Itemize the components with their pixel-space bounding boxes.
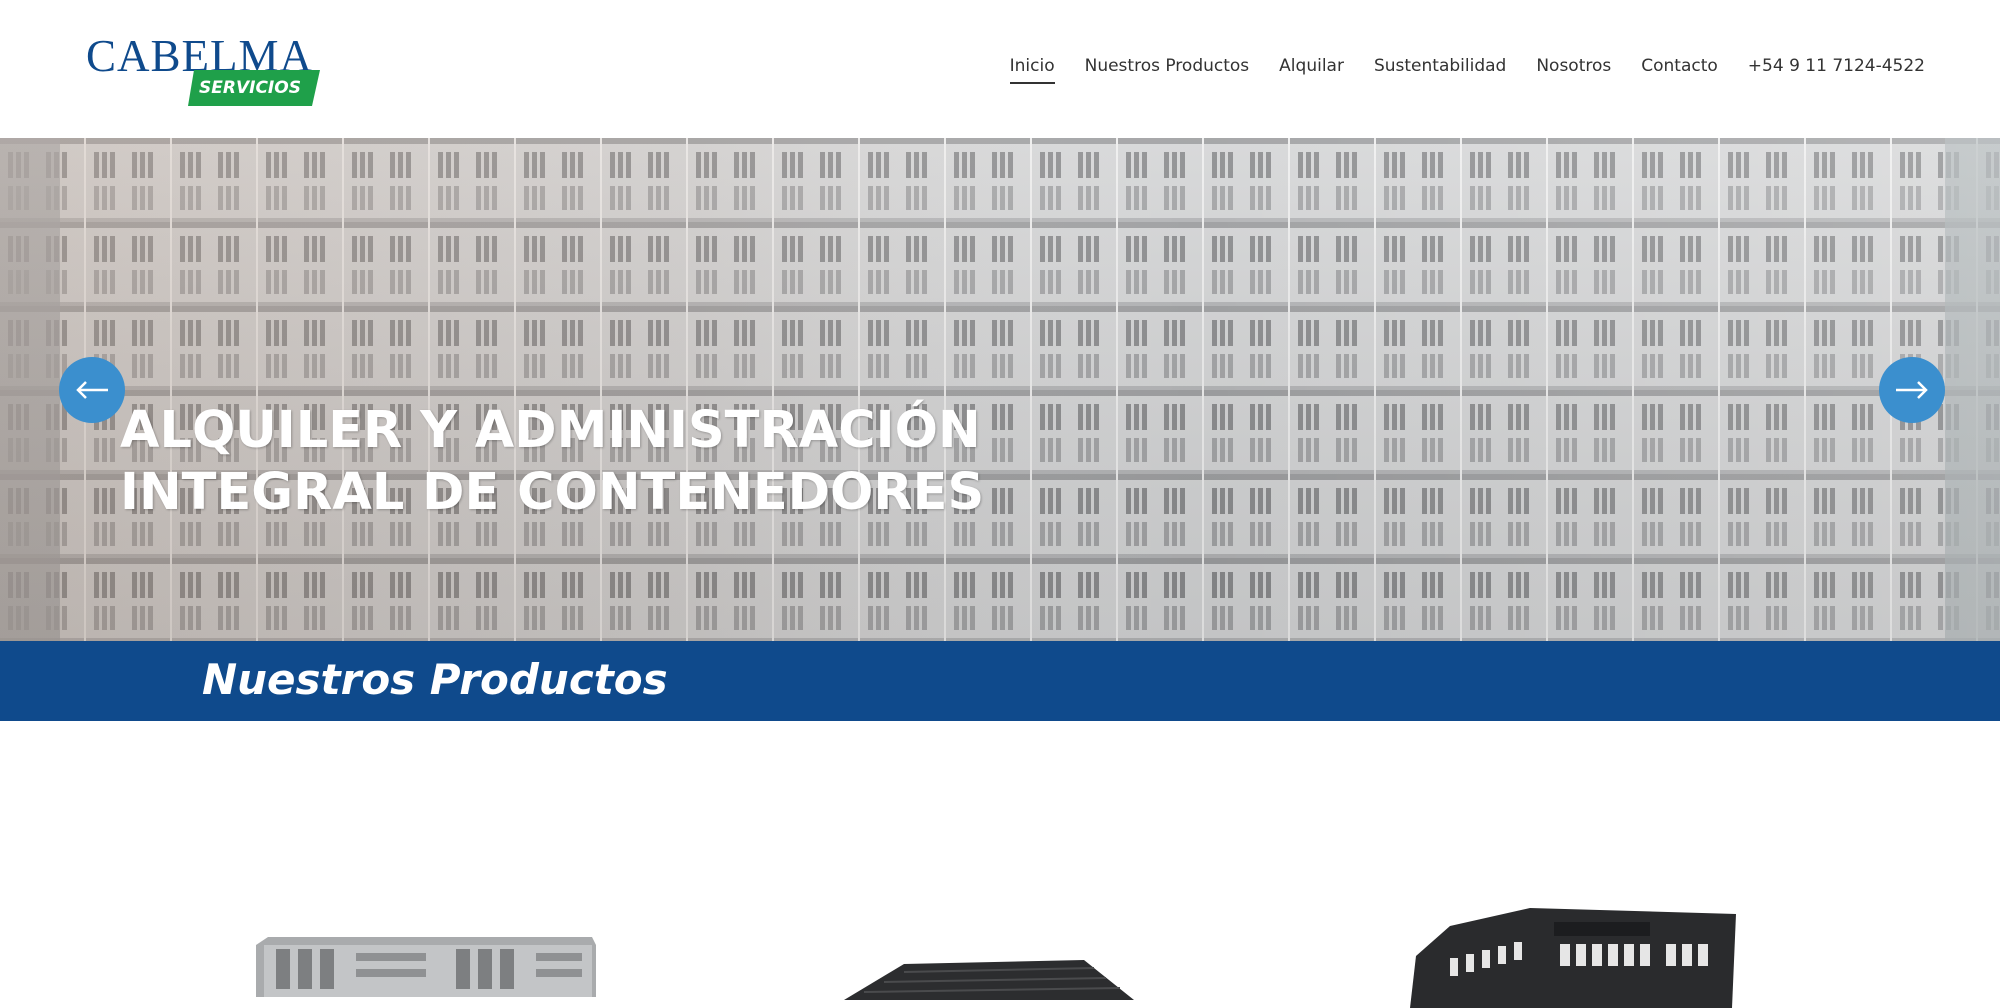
product-image-pallet[interactable]	[844, 960, 1134, 1000]
hero-title: ALQUILER Y ADMINISTRACIÓN INTEGRAL DE CO…	[120, 400, 984, 524]
nav-item-sustentabilidad[interactable]: Sustentabilidad	[1374, 56, 1506, 84]
nav-item-contacto[interactable]: Contacto	[1641, 56, 1718, 84]
products-section-title: Nuestros Productos	[202, 655, 668, 704]
site-header: CABELMA SERVICIOS Inicio Nuestros Produc…	[0, 0, 2000, 138]
arrow-left-icon	[76, 381, 108, 399]
nav-item-phone[interactable]: +54 9 11 7124-4522	[1748, 56, 1925, 84]
nav-item-nosotros[interactable]: Nosotros	[1536, 56, 1611, 84]
main-nav: Inicio Nuestros Productos Alquilar Suste…	[1009, 56, 1925, 84]
products-section-banner: Nuestros Productos	[0, 641, 2000, 721]
slider-next-button[interactable]	[1879, 357, 1945, 423]
nav-item-nuestros-productos[interactable]: Nuestros Productos	[1085, 56, 1250, 84]
nav-item-alquilar[interactable]: Alquilar	[1279, 56, 1344, 84]
hero-title-line2: INTEGRAL DE CONTENEDORES	[120, 463, 985, 522]
hero-title-line1: ALQUILER Y ADMINISTRACIÓN	[120, 401, 981, 460]
product-image-crate[interactable]	[1410, 908, 1736, 1008]
nav-item-inicio[interactable]: Inicio	[1009, 56, 1055, 84]
arrow-right-icon	[1896, 381, 1928, 399]
logo-tagline: SERVICIOS	[199, 78, 301, 98]
products-grid	[0, 721, 2000, 1008]
product-image-gray-bin[interactable]	[256, 937, 596, 997]
hero-background-image	[0, 138, 2000, 641]
hero-slider: ALQUILER Y ADMINISTRACIÓN INTEGRAL DE CO…	[0, 138, 2000, 641]
logo-badge: SERVICIOS	[188, 70, 320, 106]
slider-prev-button[interactable]	[59, 357, 125, 423]
logo[interactable]: CABELMA SERVICIOS	[84, 30, 324, 110]
